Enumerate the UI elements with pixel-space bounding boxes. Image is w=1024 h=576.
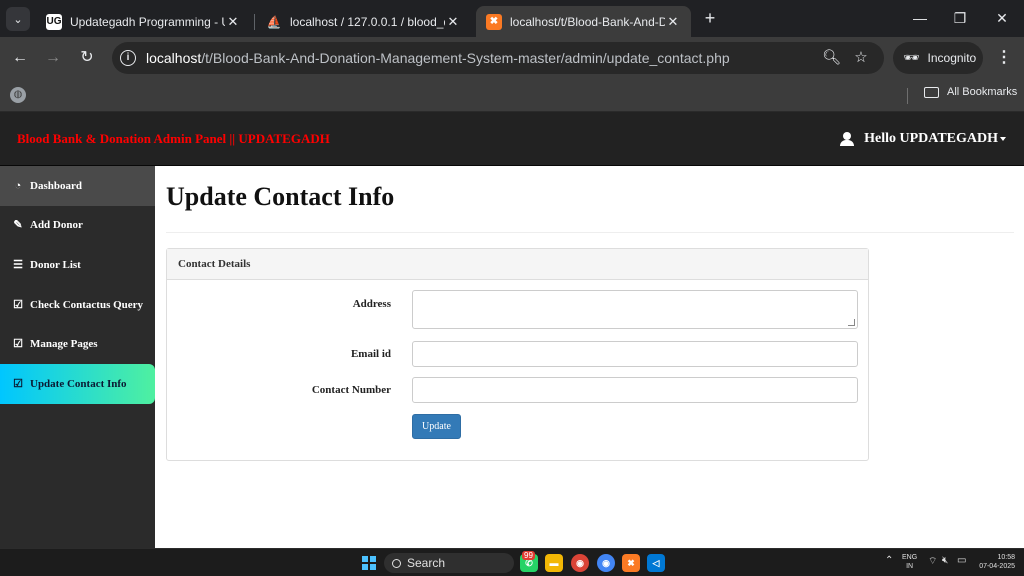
sidebar-item-label: Update Contact Info	[30, 377, 127, 390]
back-arrow-icon[interactable]: ←	[9, 47, 31, 69]
file-explorer-icon[interactable]: ▬	[545, 554, 563, 572]
system-clock[interactable]: 10:58 07-04-2025	[975, 553, 1015, 571]
user-icon	[840, 132, 855, 146]
language-indicator[interactable]: ENG IN	[902, 553, 917, 571]
incognito-label: Incognito	[927, 51, 977, 65]
browser-toolbar: ← → ↻ i localhost/t/Blood-Bank-And-Donat…	[0, 37, 1024, 80]
admin-navbar: Blood Bank & Donation Admin Panel || UPD…	[0, 112, 1024, 166]
close-tab-icon[interactable]: ✕	[445, 14, 461, 30]
lang-code: ENG	[902, 554, 918, 561]
tab-title: localhost/t/Blood-Bank-And-Dona	[510, 14, 665, 29]
url-host: localhost	[146, 50, 202, 66]
page-viewport: Blood Bank & Donation Admin Panel || UPD…	[0, 112, 1024, 548]
sidebar-item-dashboard[interactable]: ◔ Dashboard	[0, 166, 155, 206]
incognito-indicator[interactable]: 🕶︎ Incognito	[893, 42, 983, 74]
checkbox-icon: ☑	[13, 298, 23, 311]
update-button[interactable]: Update	[412, 414, 461, 439]
sidebar-item-label: Donor List	[30, 258, 81, 271]
restore-icon[interactable]: ❐	[938, 6, 982, 30]
sidebar-item-label: Add Donor	[30, 219, 83, 232]
tab-divider	[254, 14, 255, 30]
sidebar-item-label: Manage Pages	[30, 338, 98, 351]
brand-title[interactable]: Blood Bank & Donation Admin Panel || UPD…	[17, 131, 330, 147]
close-tab-icon[interactable]: ✕	[665, 14, 681, 30]
tab-phpmyadmin[interactable]: ⛵ localhost / 127.0.0.1 / blood_dona ✕	[256, 6, 471, 37]
os-taskbar: Search ✆ 99 ▬ ◉ ◉ ✖ ◁ ⌃ ENG IN ⌔ 🔇︎ ▭ 10…	[0, 548, 1024, 576]
minimize-icon[interactable]: —	[898, 6, 942, 30]
taskbar-search[interactable]: Search	[384, 553, 514, 573]
checkbox-icon: ☑	[13, 377, 23, 390]
wifi-icon[interactable]: ⌔	[928, 555, 937, 568]
reload-icon[interactable]: ↻	[76, 47, 98, 69]
contact-number-field[interactable]	[412, 377, 858, 403]
list-icon: ☰	[13, 258, 23, 271]
page-title: Update Contact Info	[166, 182, 395, 211]
tab-title: Updategadh Programming - Upda	[70, 14, 225, 29]
search-icon	[392, 558, 401, 568]
sidebar-item-donor-list[interactable]: ☰ Donor List	[0, 245, 155, 285]
checkbox-icon: ☑	[13, 338, 23, 351]
all-bookmarks-label: All Bookmarks	[947, 86, 1018, 98]
user-menu-toggle[interactable]: Hello UPDATEGADH	[840, 131, 1006, 147]
bookmark-star-icon[interactable]: ☆	[852, 49, 870, 67]
taskbar-search-label: Search	[407, 556, 446, 570]
xampp-favicon-icon: ✖	[486, 13, 502, 30]
sidebar-item-label: Dashboard	[30, 179, 82, 192]
clock-date: 07-04-2025	[979, 563, 1015, 570]
address-url[interactable]: localhost/t/Blood-Bank-And-Donation-Mana…	[146, 50, 730, 66]
clock-time: 10:58	[997, 554, 1015, 561]
pencil-icon: ✎	[13, 219, 23, 232]
zoom-magnifier-icon[interactable]: 🔍︎	[822, 49, 841, 67]
contact-details-panel: Contact Details Address Email id Contact…	[166, 248, 869, 461]
sidebar-item-manage-pages[interactable]: ☑ Manage Pages	[0, 324, 155, 364]
sidebar-item-add-donor[interactable]: ✎ Add Donor	[0, 206, 155, 246]
vscode-icon[interactable]: ◁	[647, 554, 665, 572]
title-divider	[166, 232, 1014, 233]
lang-region: IN	[906, 563, 914, 570]
bookmarks-bar: ◍ All Bookmarks	[0, 80, 1024, 112]
browser-menu-icon[interactable]: ⋮	[994, 47, 1014, 69]
tab-title: localhost / 127.0.0.1 / blood_dona	[290, 14, 445, 29]
address-bar[interactable]: i localhost/t/Blood-Bank-And-Donation-Ma…	[112, 42, 884, 74]
all-bookmarks-button[interactable]: All Bookmarks	[924, 86, 1017, 98]
bookmarks-divider	[907, 88, 908, 104]
new-tab-plus-icon[interactable]: +	[700, 8, 720, 28]
url-path: /t/Blood-Bank-And-Donation-Management-Sy…	[201, 50, 730, 66]
panel-heading: Contact Details	[167, 249, 868, 280]
tab-strip: ⌄ UG Updategadh Programming - Upda ✕ ⛵ l…	[0, 0, 1024, 37]
resize-handle-icon[interactable]	[848, 319, 855, 326]
chrome-icon[interactable]: ◉	[571, 554, 589, 572]
email-label: Email id	[350, 348, 391, 360]
sidebar: ◔ Dashboard ✎ Add Donor ☰ Donor List ☑ C…	[0, 166, 155, 548]
sidebar-item-update-contact-info[interactable]: ☑ Update Contact Info	[0, 363, 155, 404]
caret-down-icon	[1000, 137, 1006, 141]
xampp-icon[interactable]: ✖	[622, 554, 640, 572]
close-window-icon[interactable]: ✕	[980, 6, 1024, 30]
speaker-muted-icon[interactable]: 🔇︎	[942, 555, 948, 566]
incognito-icon: 🕶︎	[903, 50, 920, 65]
close-tab-icon[interactable]: ✕	[225, 14, 241, 30]
tray-chevron-up-icon[interactable]: ⌃	[885, 555, 893, 566]
notification-badge: 99	[522, 551, 535, 560]
user-greeting: Hello UPDATEGADH	[864, 131, 998, 146]
chrome-profile-icon[interactable]: ◉	[597, 554, 615, 572]
windows-start-icon[interactable]	[362, 556, 376, 570]
forward-arrow-icon[interactable]: →	[42, 47, 64, 69]
contact-number-label: Contact Number	[311, 384, 391, 396]
tab-search-chevron-icon[interactable]: ⌄	[6, 7, 30, 31]
tab-blood-bank-active[interactable]: ✖ localhost/t/Blood-Bank-And-Dona ✕	[476, 6, 691, 37]
dashboard-icon: ◔	[14, 179, 22, 192]
address-label: Address	[352, 298, 391, 310]
address-textarea[interactable]	[412, 290, 858, 329]
globe-icon[interactable]: ◍	[10, 87, 26, 103]
updategadh-favicon-icon: UG	[46, 13, 62, 30]
sidebar-item-label: Check Contactus Query	[30, 298, 144, 311]
sidebar-item-check-contactus-query[interactable]: ☑ Check Contactus Query	[0, 285, 155, 325]
tab-updategadh[interactable]: UG Updategadh Programming - Upda ✕	[36, 6, 251, 37]
email-field[interactable]	[412, 341, 858, 367]
battery-icon[interactable]: ▭	[957, 555, 966, 566]
site-info-icon[interactable]: i	[120, 50, 136, 66]
folder-icon	[924, 86, 939, 98]
phpmyadmin-favicon-icon: ⛵	[266, 14, 282, 29]
